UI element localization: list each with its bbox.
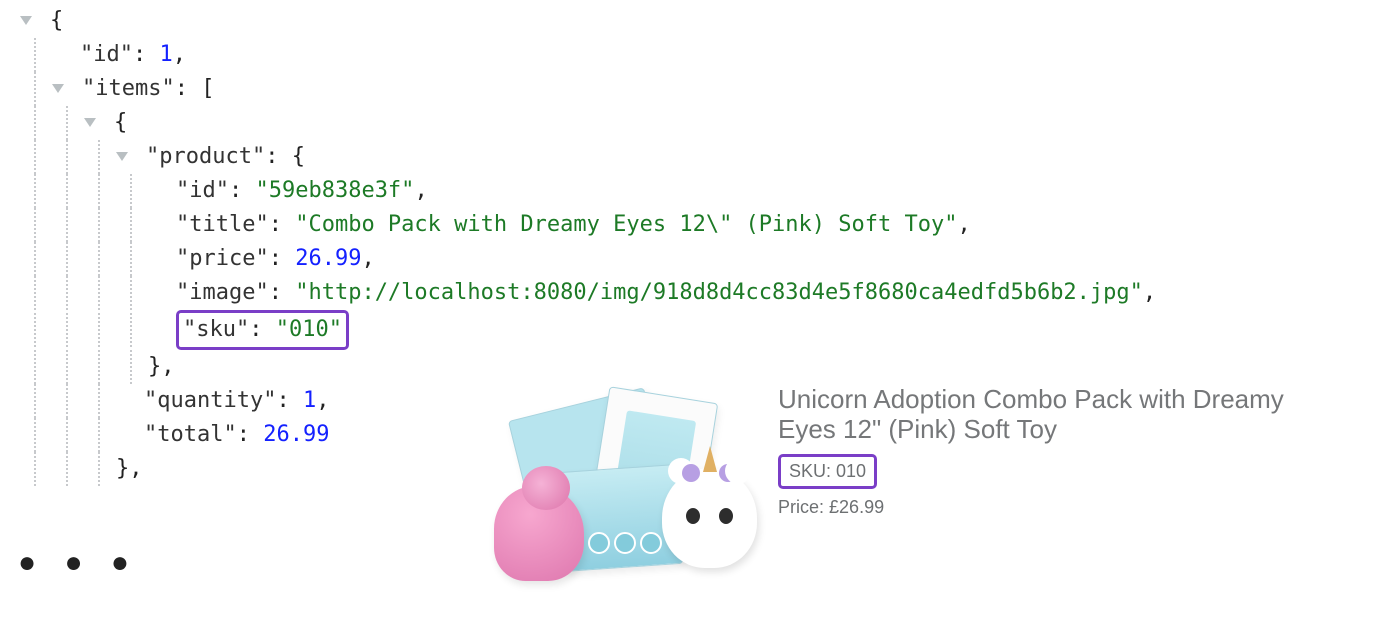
brace: }, [116,452,143,486]
json-key: "items" [82,72,175,106]
json-key: "price" [176,242,269,276]
json-key: "image" [176,276,269,310]
json-number: 1 [303,384,316,418]
json-line: "price": 26.99, [20,242,1380,276]
highlight-box: SKU: 010 [778,454,877,489]
collapse-toggle-icon[interactable] [84,118,96,127]
json-number: 26.99 [263,418,329,452]
json-key: "id" [176,174,229,208]
product-title: Unicorn Adoption Combo Pack with Dreamy … [778,384,1338,444]
price-label: Price: [778,497,824,517]
brace: { [114,106,127,140]
brace: { [50,4,63,38]
collapse-toggle-icon[interactable] [52,84,64,93]
collapse-toggle-icon[interactable] [20,16,32,25]
json-string: "59eb838e3f" [255,174,414,208]
sku-label: SKU: [789,461,831,481]
json-key: "quantity" [144,384,276,418]
ellipsis-icon: ● ● ● [18,546,139,580]
json-line: "image": "http://localhost:8080/img/918d… [20,276,1380,310]
json-key: "product" [146,140,265,174]
json-line: "title": "Combo Pack with Dreamy Eyes 12… [20,208,1380,242]
json-line: "items": [ [20,72,1380,106]
json-number: 1 [159,38,172,72]
json-key: "id" [80,38,133,72]
json-key: "total" [144,418,237,452]
json-line: { [20,106,1380,140]
json-line-sku: "sku": "010" [20,310,1380,350]
json-number: 26.99 [295,242,361,276]
brace: }, [148,350,175,384]
product-info: Unicorn Adoption Combo Pack with Dreamy … [778,376,1338,586]
json-key: "sku" [183,317,249,342]
json-line: "id": "59eb838e3f", [20,174,1380,208]
json-line: "product": { [20,140,1380,174]
product-image [500,376,760,586]
highlight-box: "sku": "010" [176,310,349,350]
product-card: Unicorn Adoption Combo Pack with Dreamy … [500,376,1380,586]
json-string: "Combo Pack with Dreamy Eyes 12\" (Pink)… [295,208,957,242]
json-line: { [20,4,1380,38]
sku-value: 010 [836,461,866,481]
json-key: "title" [176,208,269,242]
collapse-toggle-icon[interactable] [116,152,128,161]
json-string: "010" [276,317,342,342]
json-string: "http://localhost:8080/img/918d8d4cc83d4… [295,276,1143,310]
price-value: £26.99 [829,497,884,517]
json-line: "id": 1, [20,38,1380,72]
